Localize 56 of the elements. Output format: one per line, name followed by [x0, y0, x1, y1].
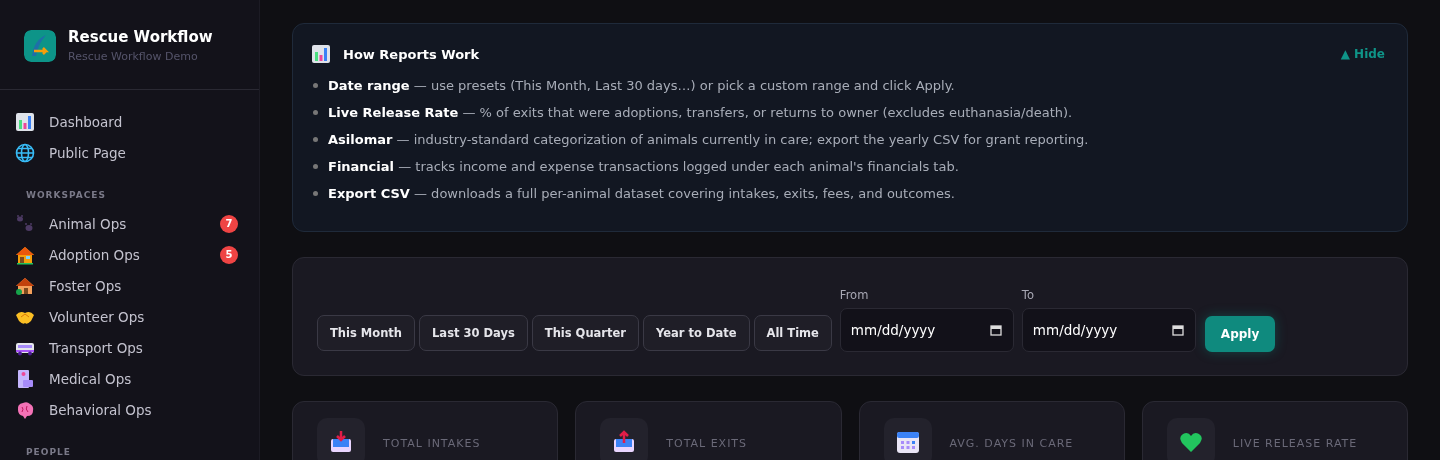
app-subtitle: Rescue Workflow Demo [68, 50, 199, 63]
sidebar-item[interactable]: Foster Ops [12, 270, 247, 301]
count-badge: 7 [220, 214, 238, 233]
house-icon [15, 244, 35, 265]
preset-button[interactable]: This Quarter [531, 315, 639, 351]
date-field[interactable]: mm/dd/yyyy [839, 308, 1014, 352]
bar-chart-icon [311, 44, 331, 64]
section-heading: WORKSPACES [25, 189, 107, 202]
section-heading: PEOPLE [25, 446, 72, 459]
calendar-icon[interactable] [1171, 324, 1184, 336]
preset-button[interactable]: Last 30 Days [419, 315, 528, 351]
help-text: Financial — tracks income and expense transactions logged under each animal's financials tab. [328, 158, 959, 176]
brain-icon [15, 399, 35, 420]
globe-icon [15, 142, 35, 163]
app-logo [24, 29, 56, 62]
medical-kit-icon [15, 368, 35, 389]
preset-button[interactable]: This Month [317, 315, 416, 351]
calendar-icon[interactable] [989, 324, 1002, 336]
sidebar-item[interactable]: Medical Ops [12, 363, 247, 394]
outbox-up-icon [612, 430, 637, 454]
bullet-dot [313, 164, 318, 169]
hide-toggle[interactable]: ▲ Hide [1340, 47, 1385, 61]
sidebar-item[interactable]: Public Page [12, 137, 247, 168]
stat-label: TOTAL EXITS [666, 437, 748, 450]
bullet-dot [313, 191, 318, 196]
bullet-dot [313, 83, 318, 88]
help-text: Asilomar — industry-standard categorization of animals currently in care; export the yearly CSV for grant reporting. [328, 131, 1089, 149]
field-label: From [839, 288, 870, 302]
stat-label: AVG. DAYS IN CARE [949, 437, 1074, 450]
bullet-dot [313, 137, 318, 142]
heart-icon [1178, 430, 1203, 454]
card-title: How Reports Work [343, 46, 481, 62]
sidebar-item[interactable]: Behavioral Ops [12, 394, 247, 425]
stat-label: TOTAL INTAKES [383, 437, 481, 450]
stat-label: LIVE RELEASE RATE [1232, 437, 1358, 450]
help-text: Date range — use presets (This Month, Last 30 days…) or pick a custom range and click Apply. [328, 77, 955, 95]
bullet-dot [313, 110, 318, 115]
sidebar-item[interactable]: Volunteer Ops [12, 301, 247, 332]
count-badge: 5 [220, 245, 238, 264]
house-icon [15, 275, 35, 296]
apply-button[interactable]: Apply [1204, 316, 1276, 352]
sidebar-item[interactable]: Dashboard [12, 106, 247, 137]
paw-prints-icon [15, 213, 35, 234]
field-label: To [1021, 288, 1035, 302]
preset-button[interactable]: Year to Date [643, 315, 750, 351]
inbox-down-icon [329, 430, 353, 454]
help-text: Export CSV — downloads a full per-animal dataset covering intakes, exits, fees, and outcomes. [328, 185, 955, 203]
preset-button[interactable]: All Time [753, 315, 832, 351]
help-text: Live Release Rate — % of exits that were adoptions, transfers, or returns to owner (excludes euthanasia/death). [328, 104, 1073, 122]
sidebar-item[interactable]: Adoption Ops 5 [12, 239, 247, 270]
calendar-icon [895, 430, 920, 454]
date-field[interactable]: mm/dd/yyyy [1021, 308, 1196, 352]
sidebar-item[interactable]: Transport Ops [12, 332, 247, 363]
bar-chart-icon [15, 111, 35, 132]
sidebar-item[interactable]: Animal Ops 7 [12, 208, 247, 239]
app-title: Rescue Workflow [68, 28, 213, 46]
